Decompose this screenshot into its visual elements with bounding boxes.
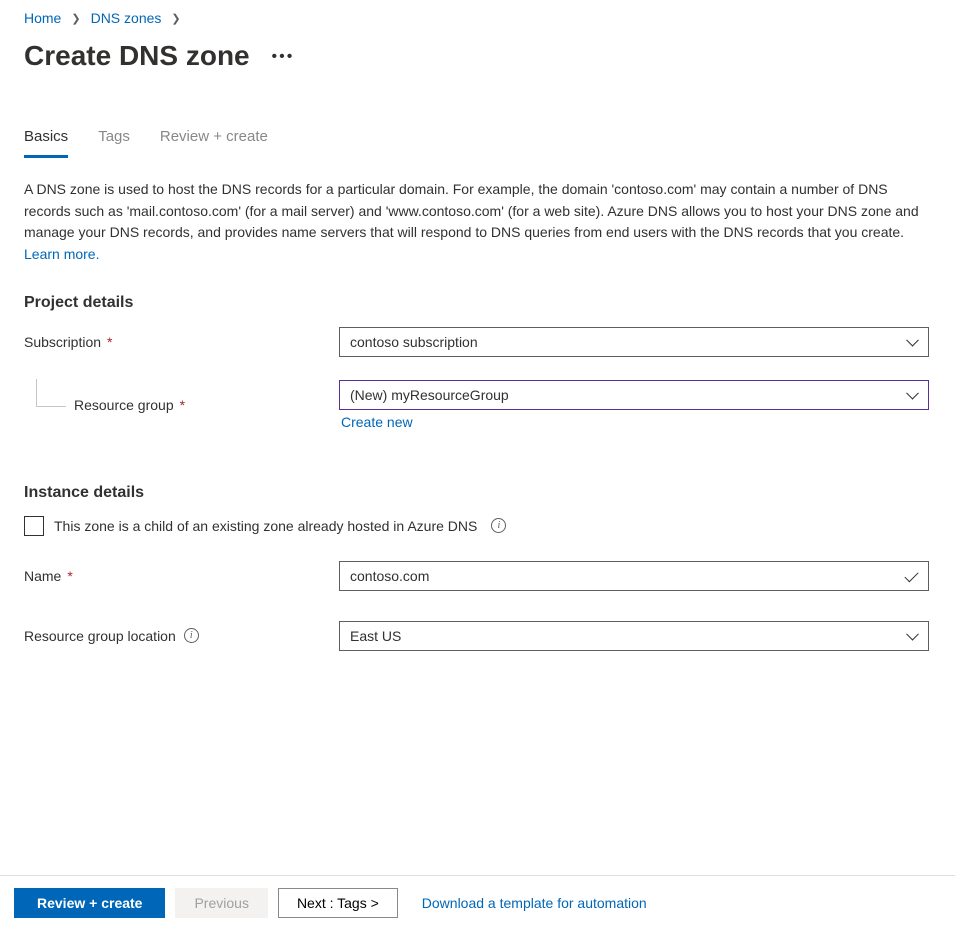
download-template-link[interactable]: Download a template for automation [422, 895, 647, 911]
learn-more-link[interactable]: Learn more. [24, 246, 99, 262]
child-zone-checkbox[interactable] [24, 516, 44, 536]
more-actions-icon[interactable]: ••• [272, 48, 295, 66]
section-project-details: Project details [24, 294, 931, 312]
tab-basics[interactable]: Basics [24, 122, 68, 158]
tab-review-create[interactable]: Review + create [160, 122, 268, 158]
breadcrumb: Home ❯ DNS zones ❯ [24, 10, 931, 26]
breadcrumb-dns-zones[interactable]: DNS zones [91, 10, 162, 26]
chevron-right-icon: ❯ [71, 12, 80, 25]
name-label: Name* [24, 568, 339, 584]
subscription-label: Subscription* [24, 334, 339, 350]
subscription-select[interactable]: contoso subscription [339, 327, 929, 357]
next-button[interactable]: Next : Tags > [278, 888, 398, 918]
wizard-footer: Review + create Previous Next : Tags > D… [0, 875, 955, 930]
name-input[interactable]: contoso.com [339, 561, 929, 591]
resource-group-select[interactable]: (New) myResourceGroup [339, 380, 929, 410]
location-label: Resource group location i [24, 628, 339, 644]
breadcrumb-home[interactable]: Home [24, 10, 61, 26]
section-instance-details: Instance details [24, 484, 931, 502]
chevron-right-icon: ❯ [171, 12, 180, 25]
tree-line-icon [36, 379, 66, 407]
info-icon[interactable]: i [491, 518, 506, 533]
tab-tags[interactable]: Tags [98, 122, 130, 158]
review-create-button[interactable]: Review + create [14, 888, 165, 918]
intro-text: A DNS zone is used to host the DNS recor… [24, 179, 931, 266]
wizard-tabs: Basics Tags Review + create [24, 122, 931, 159]
location-select[interactable]: East US [339, 621, 929, 651]
previous-button: Previous [175, 888, 267, 918]
page-title: Create DNS zone [24, 40, 250, 72]
info-icon[interactable]: i [184, 628, 199, 643]
create-new-resource-group-link[interactable]: Create new [341, 414, 413, 430]
resource-group-label: Resource group* [24, 397, 339, 413]
child-zone-label: This zone is a child of an existing zone… [54, 518, 477, 534]
